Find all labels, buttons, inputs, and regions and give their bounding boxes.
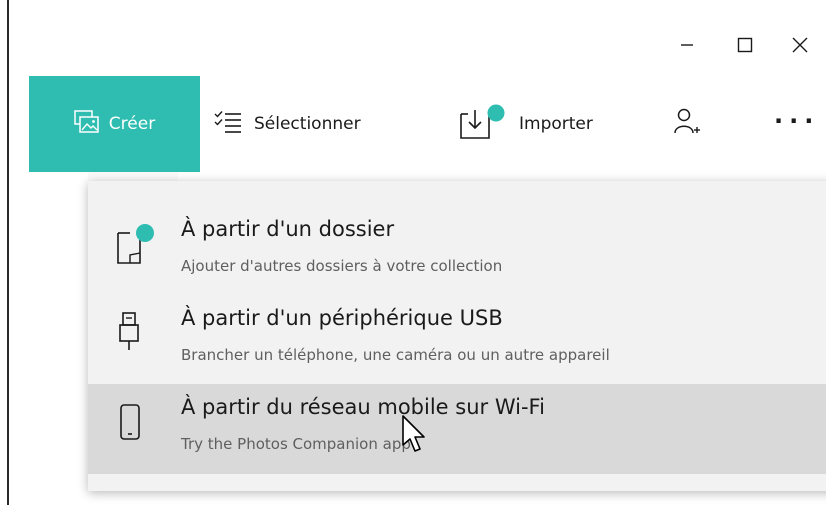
minimize-button[interactable] [658, 20, 716, 70]
mouse-cursor-icon [402, 415, 425, 452]
menu-item-title: À partir du réseau mobile sur Wi-Fi [181, 395, 545, 419]
select-label: Sélectionner [254, 114, 361, 134]
menu-item-from-folder[interactable]: À partir d'un dossier Ajouter d'autres d… [88, 205, 826, 293]
more-options-button[interactable]: ··· [774, 76, 819, 172]
close-button[interactable] [774, 20, 826, 70]
select-list-icon [214, 110, 242, 139]
import-button[interactable]: Importer [459, 76, 593, 172]
import-icon [459, 104, 507, 145]
phone-icon [116, 402, 146, 450]
menu-item-from-mobile-wifi[interactable]: À partir du réseau mobile sur Wi-Fi Try … [88, 384, 826, 474]
menu-item-subtitle: Ajouter d'autres dossiers à votre collec… [181, 257, 503, 275]
menu-item-title: À partir d'un périphérique USB [181, 306, 503, 330]
create-label: Créer [108, 114, 156, 134]
usb-icon [116, 310, 146, 358]
background-strip [88, 172, 178, 181]
add-person-button[interactable] [674, 76, 700, 172]
title-bar-controls [658, 20, 826, 70]
import-dropdown-menu: À partir d'un dossier Ajouter d'autres d… [88, 181, 826, 491]
menu-item-subtitle: Try the Photos Companion app [181, 435, 411, 453]
menu-item-title: À partir d'un dossier [181, 217, 395, 241]
slideshow-icon [74, 109, 100, 139]
more-label: ··· [774, 107, 820, 135]
maximize-icon [737, 37, 753, 53]
menu-item-subtitle: Brancher un téléphone, une caméra ou un … [181, 346, 610, 364]
add-person-icon [674, 108, 700, 141]
folder-icon [116, 223, 156, 271]
minimize-icon [681, 44, 693, 46]
close-icon [792, 37, 808, 53]
select-button[interactable]: Sélectionner [214, 76, 361, 172]
menu-item-from-usb[interactable]: À partir d'un périphérique USB Brancher … [88, 302, 826, 390]
create-button[interactable]: Créer [29, 76, 200, 172]
import-label: Importer [519, 114, 593, 134]
toolbar: Créer Sélectionner Importer ··· [9, 76, 826, 172]
maximize-button[interactable] [716, 20, 774, 70]
